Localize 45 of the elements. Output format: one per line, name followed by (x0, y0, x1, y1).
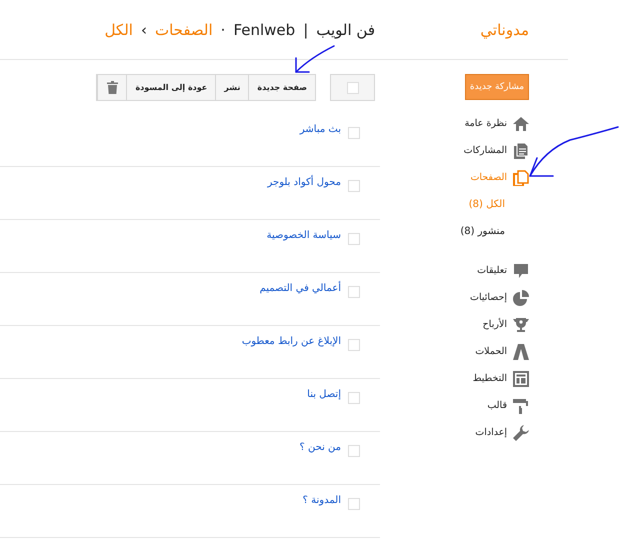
sidebar-item[interactable]: التخطيط (455, 369, 529, 388)
paint-roller-icon (513, 398, 529, 414)
page-title-link[interactable]: الإبلاغ عن رابط معطوب (242, 336, 341, 347)
row-checkbox[interactable] (348, 339, 360, 351)
blog-handle: Fenlweb (233, 20, 296, 38)
sidebar-item[interactable]: تعليقات (455, 261, 529, 280)
title-separator: | (303, 20, 308, 38)
campaign-icon (513, 344, 529, 360)
select-all-button[interactable] (330, 74, 375, 101)
sidebar-item[interactable]: الحملات (455, 342, 529, 361)
blog-name: فن الويب (316, 20, 375, 38)
page-title-link[interactable]: من نحن ؟ (300, 442, 341, 453)
page-title-link[interactable]: محول أكواد بلوجر (268, 177, 341, 188)
trophy-icon (513, 316, 529, 332)
row-checkbox[interactable] (348, 127, 360, 139)
pages-icon (513, 170, 529, 186)
row-checkbox[interactable] (348, 286, 360, 298)
row-checkbox[interactable] (348, 445, 360, 457)
speech-bubble-icon (513, 262, 529, 278)
annotation-arrow (295, 45, 335, 73)
row-checkbox[interactable] (348, 498, 360, 510)
sidebar-item[interactable]: المشاركات (455, 141, 529, 160)
sidebar-item[interactable]: الأرباح (455, 315, 529, 334)
row-checkbox[interactable] (348, 392, 360, 404)
trash-icon (106, 81, 118, 94)
document-icon (513, 142, 529, 158)
page-title-link[interactable]: إتصل بنا (307, 389, 341, 400)
row-checkbox[interactable] (348, 180, 360, 192)
sidebar-item[interactable]: نظرة عامة (455, 114, 529, 133)
wrench-icon (513, 424, 529, 440)
breadcrumb-chevron: › (140, 20, 147, 38)
sidebar-item[interactable]: قالب (455, 396, 529, 415)
page-title-link[interactable]: أعمالي في التصميم (260, 283, 341, 294)
breadcrumb-dot: · (220, 20, 226, 38)
sidebar-subitem[interactable]: منشور (8) (455, 222, 529, 241)
sidebar-item[interactable]: إعدادات (455, 423, 529, 442)
home-icon (513, 116, 529, 132)
row-checkbox[interactable] (348, 233, 360, 245)
sidebar-item[interactable]: إحصائيات (455, 288, 529, 307)
page-title-link[interactable]: بث مباشر (300, 124, 341, 135)
page-title-link[interactable]: المدونة ؟ (302, 495, 341, 506)
select-all-checkbox[interactable] (346, 82, 358, 94)
pie-chart-icon (513, 290, 529, 306)
layout-icon (513, 370, 529, 386)
page-title-link[interactable]: سياسة الخصوصية (266, 230, 341, 241)
